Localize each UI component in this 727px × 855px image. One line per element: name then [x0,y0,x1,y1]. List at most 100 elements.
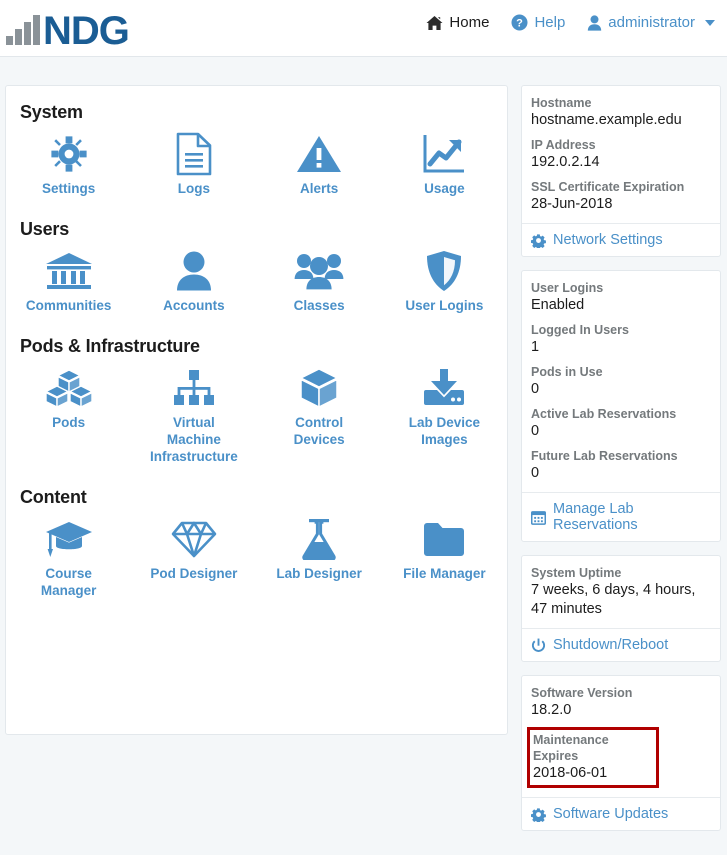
section-system: System Settings [6,86,507,203]
tile-settings[interactable]: Settings [6,127,131,203]
field-active-lab-reservations: Active Lab Reservations 0 [531,406,711,441]
shield-icon [426,248,462,294]
warning-triangle-icon [296,131,342,177]
tile-logs[interactable]: Logs [131,127,256,203]
nav-item-administrator[interactable]: administrator [587,14,715,31]
manage-lab-reservations-label: Manage Lab Reservations [553,501,711,533]
field-pods-in-use: Pods in Use 0 [531,364,711,399]
section-content: Content Course Manager [6,471,507,605]
field-future-lab-reservations: Future Lab Reservations 0 [531,448,711,483]
tile-lab-device-images-label: Lab Device Images [396,414,492,448]
field-user-logins: User Logins Enabled [531,280,711,315]
uptime-panel: System Uptime 7 weeks, 6 days, 4 hours, … [521,555,721,662]
usage-stats-panel: User Logins Enabled Logged In Users 1 Po… [521,270,721,542]
tile-row-content: Course Manager [6,512,507,605]
network-settings-link[interactable]: Network Settings [522,223,720,256]
field-ssl-expiration: SSL Certificate Expiration 28-Jun-2018 [531,179,711,214]
field-pods-in-use-value: 0 [531,380,711,399]
gear-icon [531,807,546,822]
nav-item-administrator-label: administrator [608,14,695,31]
bar-chart-logo-icon [6,15,40,45]
tile-file-manager[interactable]: File Manager [382,512,507,605]
field-future-lab-reservations-label: Future Lab Reservations [531,448,711,464]
field-maintenance-expires-value: 2018-06-01 [533,764,653,783]
tile-user-logins[interactable]: User Logins [382,244,507,320]
tile-pod-designer[interactable]: Pod Designer [131,512,256,605]
manage-lab-reservations-link[interactable]: Manage Lab Reservations [522,492,720,541]
tile-row-users: Communities Accounts [6,244,507,320]
field-logged-in-users: Logged In Users 1 [531,322,711,357]
section-title-pods-infrastructure: Pods & Infrastructure [20,320,507,357]
user-icon [176,248,212,294]
gem-icon [171,516,217,562]
tile-control-devices[interactable]: Control Devices [257,361,382,471]
field-software-version-value: 18.2.0 [531,701,711,720]
tile-course-manager-label: Course Manager [21,565,117,599]
tile-alerts-label: Alerts [300,180,338,197]
tile-pods[interactable]: Pods [6,361,131,471]
field-hostname-value: hostname.example.edu [531,111,711,130]
field-ssl-expiration-label: SSL Certificate Expiration [531,179,711,195]
download-device-icon [423,365,465,411]
user-icon [587,15,602,31]
chevron-down-icon [705,20,715,26]
field-user-logins-value: Enabled [531,296,711,315]
tile-alerts[interactable]: Alerts [257,127,382,203]
gear-icon [531,233,546,248]
shutdown-reboot-label: Shutdown/Reboot [553,637,668,653]
tile-usage[interactable]: Usage [382,127,507,203]
home-icon [426,15,443,31]
field-software-version: Software Version 18.2.0 [531,685,711,720]
field-user-logins-label: User Logins [531,280,711,296]
host-info-panel: Hostname hostname.example.edu IP Address… [521,85,721,257]
tile-communities[interactable]: Communities [6,244,131,320]
tile-virtual-machine-infrastructure[interactable]: Virtual Machine Infrastructure [131,361,256,471]
tile-course-manager[interactable]: Course Manager [6,512,131,605]
tile-usage-label: Usage [424,180,465,197]
sitemap-icon [172,365,216,411]
folder-icon [422,516,466,562]
tile-communities-label: Communities [26,297,112,314]
logo-text: NDG [43,14,129,48]
tile-lab-designer-label: Lab Designer [276,565,362,582]
flask-icon [301,516,337,562]
nav-item-help[interactable]: ? Help [511,14,565,31]
field-active-lab-reservations-value: 0 [531,422,711,441]
tile-row-system: Settings Logs [6,127,507,203]
tile-settings-label: Settings [42,180,95,197]
field-pods-in-use-label: Pods in Use [531,364,711,380]
field-maintenance-expires-label: Maintenance Expires [533,732,653,764]
tile-accounts[interactable]: Accounts [131,244,256,320]
section-title-content: Content [20,471,507,508]
calendar-icon [531,510,546,525]
tile-logs-label: Logs [178,180,210,197]
users-group-icon [294,248,344,294]
nav-item-home[interactable]: Home [426,14,489,31]
svg-text:?: ? [517,18,524,30]
tile-pod-designer-label: Pod Designer [150,565,237,582]
tile-pods-label: Pods [52,414,85,431]
section-users: Users Communities [6,203,507,320]
tile-classes[interactable]: Classes [257,244,382,320]
tile-lab-device-images[interactable]: Lab Device Images [382,361,507,471]
tile-classes-label: Classes [294,297,345,314]
question-circle-icon: ? [511,14,528,31]
tile-accounts-label: Accounts [163,297,225,314]
tile-lab-designer[interactable]: Lab Designer [257,512,382,605]
section-title-users: Users [20,203,507,240]
shutdown-reboot-link[interactable]: Shutdown/Reboot [522,628,720,661]
field-hostname: Hostname hostname.example.edu [531,95,711,130]
field-active-lab-reservations-label: Active Lab Reservations [531,406,711,422]
tile-user-logins-label: User Logins [405,297,483,314]
chart-line-up-icon [422,131,466,177]
field-ip-address: IP Address 192.0.2.14 [531,137,711,172]
tile-row-pods-infrastructure: Pods [6,361,507,471]
gear-icon [48,131,90,177]
ndg-logo[interactable]: NDG [6,8,129,48]
software-updates-link[interactable]: Software Updates [522,797,720,830]
tile-virtual-machine-infrastructure-label: Virtual Machine Infrastructure [146,414,242,465]
document-lines-icon [176,131,212,177]
field-logged-in-users-label: Logged In Users [531,322,711,338]
dashboard-page: NDG Home ? Help [0,0,727,855]
field-system-uptime-label: System Uptime [531,565,711,581]
